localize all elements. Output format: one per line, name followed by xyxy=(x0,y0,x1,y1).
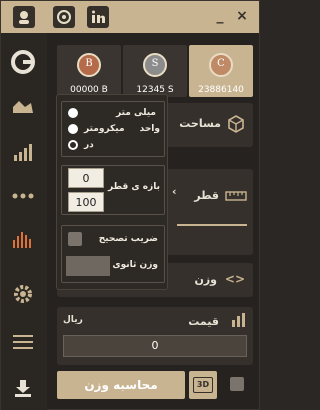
secondary-weight-input[interactable] xyxy=(66,256,110,276)
more-icon[interactable] xyxy=(8,181,38,211)
coin-icon: S xyxy=(143,53,167,77)
coin-icon: B xyxy=(77,53,101,77)
logo-icon[interactable] xyxy=(8,47,38,77)
tab-silver[interactable]: S 12345 S xyxy=(123,45,187,97)
range-group: 0 100 بازه ی قطر xyxy=(61,165,165,215)
coin-tabs: B 00000 B S 12345 S C 23886140 xyxy=(57,45,253,97)
tab-label: 23886140 xyxy=(198,85,244,95)
weight-label: وزن xyxy=(194,273,217,286)
secondary-weight-label: وزن ثانوی xyxy=(112,260,158,270)
unit-label: واحد xyxy=(139,124,160,134)
diameter-slider[interactable] xyxy=(177,224,247,226)
3d-icon: 3D xyxy=(193,377,213,393)
unit-inch-label: در xyxy=(84,140,94,150)
area-chart-icon[interactable] xyxy=(8,91,38,121)
histogram-icon[interactable] xyxy=(8,225,38,255)
minimize-button[interactable]: _ xyxy=(213,9,227,23)
price-unit: ریال xyxy=(63,315,83,325)
range-min-input[interactable]: 0 xyxy=(68,168,104,188)
view-3d-button[interactable]: 3D xyxy=(189,371,217,399)
unit-micrometer-label: میکرومتر xyxy=(84,124,125,134)
radio-micrometer[interactable] xyxy=(68,124,78,134)
close-button[interactable]: × xyxy=(235,9,249,23)
chevron-left-icon[interactable]: ‹ xyxy=(172,185,177,198)
coef-group: ضریب تصحیح وزن ثانوی xyxy=(61,225,165,283)
whatsapp-icon[interactable] xyxy=(53,6,75,28)
price-chart-icon xyxy=(232,313,245,327)
app-window: _ × B 00000 B S 12345 S C 23886140 مساحت… xyxy=(0,0,260,410)
gear-icon[interactable] xyxy=(8,279,38,309)
unit-mm-label: میلی متر xyxy=(115,108,156,118)
tab-bronze[interactable]: B 00000 B xyxy=(57,45,121,97)
title-bar: _ × xyxy=(1,1,259,33)
diameter-label: قطر xyxy=(194,189,219,202)
cube-icon xyxy=(228,115,244,133)
tab-copper[interactable]: C 23886140 xyxy=(189,45,253,97)
bottom-checkbox[interactable] xyxy=(230,377,244,391)
price-section: ریال قیمت 0 xyxy=(57,307,253,365)
linkedin-icon[interactable] xyxy=(87,6,109,28)
coin-icon: C xyxy=(209,53,233,77)
range-max-input[interactable]: 100 xyxy=(68,192,104,212)
unit-group: میلی متر میکرومتر واحد در xyxy=(61,101,165,157)
bar-chart-icon[interactable] xyxy=(8,137,38,167)
radio-inch[interactable] xyxy=(68,140,78,150)
area-label: مساحت xyxy=(179,117,221,130)
radio-mm[interactable] xyxy=(68,108,78,118)
download-icon[interactable] xyxy=(8,373,38,403)
coef-label: ضریب تصحیح xyxy=(98,234,158,244)
price-label: قیمت xyxy=(188,315,219,328)
sidebar xyxy=(1,33,47,410)
settings-popover: میلی متر میکرومتر واحد در 0 100 بازه ی ق… xyxy=(56,94,168,290)
coef-checkbox[interactable] xyxy=(68,232,82,246)
user-support-icon[interactable] xyxy=(13,6,35,28)
range-label: بازه ی قطر xyxy=(107,182,160,192)
ruler-icon xyxy=(225,191,247,201)
code-icon[interactable]: <> xyxy=(225,272,245,286)
menu-icon[interactable] xyxy=(8,327,38,357)
calculate-weight-button[interactable]: محاسبه وزن xyxy=(57,371,185,399)
price-value: 0 xyxy=(63,335,247,357)
